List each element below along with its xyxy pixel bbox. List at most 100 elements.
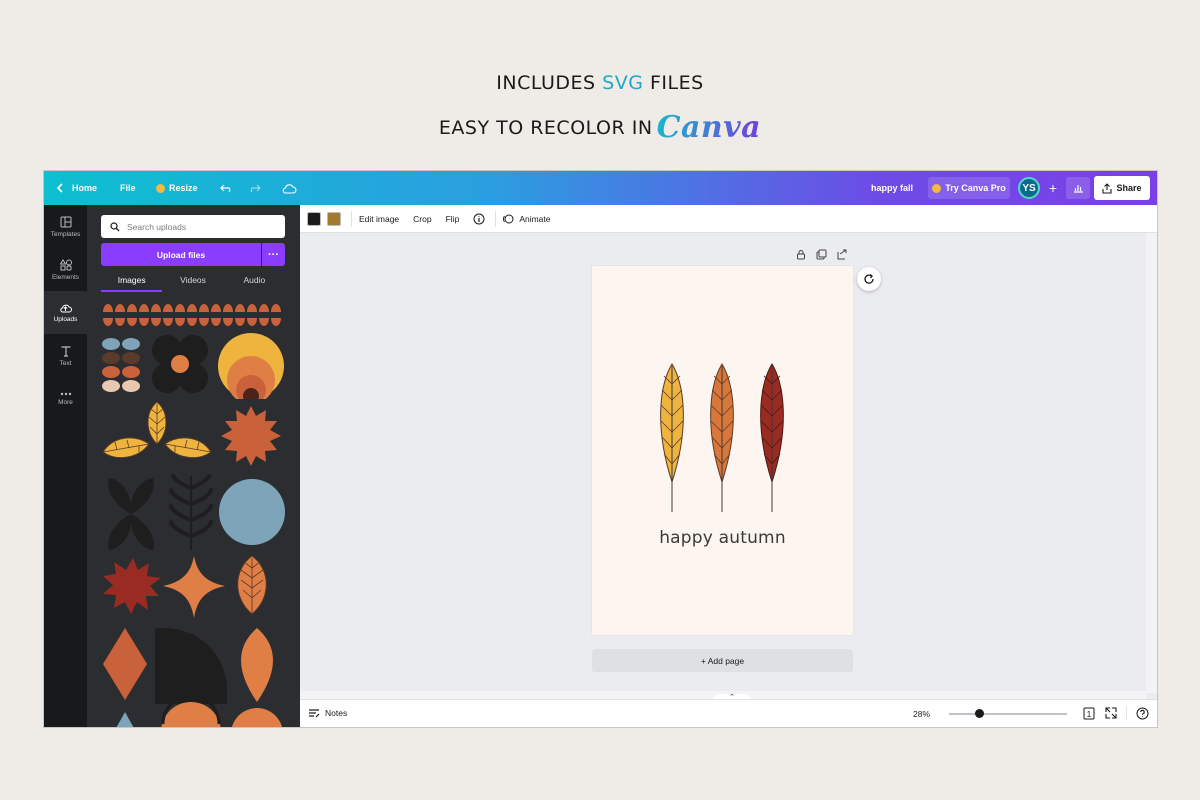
- notes-label: Notes: [325, 708, 348, 718]
- upload-thumb-scallop-border[interactable]: [101, 300, 285, 332]
- uploads-grid: [101, 300, 287, 727]
- animate-button[interactable]: Animate: [519, 214, 550, 224]
- info-icon[interactable]: [473, 213, 485, 225]
- rotate-button[interactable]: [857, 267, 881, 291]
- more-icon: [60, 392, 71, 395]
- rail-label: Templates: [50, 230, 81, 238]
- toolbar-divider: [495, 210, 497, 227]
- cloud-save-button[interactable]: [282, 171, 297, 205]
- help-icon[interactable]: [1136, 707, 1149, 720]
- canvas-headline[interactable]: happy autumn: [592, 528, 853, 548]
- upload-thumb-sunburst[interactable]: [221, 406, 281, 466]
- crown-icon: [932, 183, 942, 193]
- share-button[interactable]: Share: [1094, 176, 1150, 200]
- upload-thumb-blue-drop[interactable]: [115, 712, 135, 727]
- flip-button[interactable]: Flip: [446, 214, 460, 224]
- top-bar: Home File Resize happy fall Try Canva Pr…: [44, 171, 1157, 205]
- rail-item-uploads[interactable]: Uploads: [44, 291, 87, 334]
- leaf-orange: [710, 363, 734, 512]
- promo-text: INCLUDES: [496, 72, 603, 94]
- canva-logo: Canva: [656, 110, 762, 145]
- upload-thumb-leaf-trio[interactable]: [102, 401, 212, 459]
- uploads-icon: [60, 304, 72, 313]
- page-count-icon[interactable]: 1: [1082, 706, 1096, 720]
- upload-thumb-petal-stack[interactable]: [102, 338, 140, 392]
- insights-button[interactable]: [1066, 177, 1090, 199]
- color-swatch-dark[interactable]: [307, 211, 321, 226]
- rail-item-templates[interactable]: Templates: [44, 205, 87, 248]
- upload-thumb-orange-arch[interactable]: [231, 708, 283, 727]
- redo-button[interactable]: [248, 171, 261, 205]
- upload-thumb-rust-star[interactable]: [103, 558, 161, 614]
- rail-item-elements[interactable]: Elements: [44, 248, 87, 291]
- crop-button[interactable]: Crop: [413, 214, 431, 224]
- search-uploads-input[interactable]: Search uploads: [101, 215, 285, 238]
- invite-plus-button[interactable]: +: [1043, 177, 1063, 199]
- upload-thumb-veined-leaf[interactable]: [237, 555, 267, 615]
- rail-item-more[interactable]: More: [44, 377, 87, 420]
- templates-icon: [60, 216, 71, 227]
- tab-images[interactable]: Images: [101, 272, 163, 292]
- document-title[interactable]: happy fall: [871, 171, 913, 205]
- upload-thumb-dark-flower[interactable]: [152, 335, 208, 393]
- upload-thumb-orange-leaf[interactable]: [241, 628, 273, 702]
- tab-audio[interactable]: Audio: [224, 272, 285, 292]
- avatar[interactable]: YS: [1018, 177, 1040, 199]
- bar-chart-icon: [1073, 185, 1083, 193]
- document-title-text: happy fall: [871, 183, 914, 193]
- duplicate-icon[interactable]: [816, 249, 827, 260]
- animate-icon: [503, 214, 514, 223]
- add-page-icon[interactable]: [837, 249, 848, 260]
- undo-button[interactable]: [220, 171, 233, 205]
- bottom-bar: Notes 28% 1: [300, 699, 1157, 727]
- zoom-slider-track[interactable]: [949, 713, 1067, 715]
- fullscreen-icon[interactable]: [1105, 707, 1117, 719]
- elements-icon: [59, 258, 72, 270]
- design-canvas[interactable]: happy autumn: [592, 266, 853, 635]
- view-controls: 1: [1082, 706, 1149, 720]
- promo-highlight: SVG: [602, 72, 644, 94]
- resize-label: Resize: [169, 183, 198, 193]
- file-menu[interactable]: File: [120, 171, 136, 205]
- upload-thumb-orange-sparkle[interactable]: [163, 556, 225, 618]
- notes-button[interactable]: Notes: [308, 708, 347, 718]
- upload-thumb-blue-circle[interactable]: [219, 479, 285, 545]
- upload-files-button[interactable]: Upload files: [101, 243, 261, 266]
- media-tabs: Images Videos Audio: [101, 272, 285, 292]
- tab-videos[interactable]: Videos: [162, 272, 223, 292]
- edit-image-button[interactable]: Edit image: [359, 214, 399, 224]
- cloud-icon: [282, 183, 297, 194]
- upload-thumb-dark-sprig[interactable]: [169, 474, 213, 550]
- promo-text: EASY TO RECOLOR IN: [438, 117, 653, 139]
- zoom-slider-handle[interactable]: [975, 709, 984, 718]
- vertical-scrollbar[interactable]: [1146, 233, 1157, 693]
- more-icon: ···: [268, 248, 279, 261]
- upload-thumb-diamond[interactable]: [103, 628, 147, 700]
- autumn-leaves-illustration[interactable]: [592, 266, 853, 526]
- uploads-panel: Search uploads Upload files ··· Images V…: [87, 205, 300, 727]
- refresh-icon: [864, 273, 874, 284]
- upload-options-button[interactable]: ···: [262, 243, 285, 266]
- zoom-value[interactable]: 28%: [913, 709, 930, 719]
- upload-thumb-quarter-circle[interactable]: [155, 628, 227, 704]
- upload-thumb-dark-leaves[interactable]: [108, 478, 154, 550]
- try-canva-pro-button[interactable]: Try Canva Pro: [928, 177, 1010, 199]
- upload-thumb-sun-circles[interactable]: [217, 333, 287, 405]
- share-icon: [1102, 182, 1113, 194]
- page-actions: [796, 249, 848, 260]
- rail-label: Elements: [51, 273, 80, 281]
- undo-icon: [220, 184, 231, 193]
- search-icon: [110, 221, 120, 231]
- rail-item-text[interactable]: Text: [44, 334, 87, 377]
- search-placeholder: Search uploads: [127, 221, 187, 232]
- lock-icon[interactable]: [796, 249, 806, 260]
- canva-app-window: Home File Resize happy fall Try Canva Pr…: [44, 171, 1157, 727]
- add-page-button[interactable]: + Add page: [592, 649, 853, 672]
- resize-button[interactable]: Resize: [156, 171, 198, 205]
- chevron-left-icon: [56, 183, 63, 193]
- bottom-divider: [1126, 706, 1127, 720]
- color-swatch-gold[interactable]: [327, 211, 341, 226]
- home-button[interactable]: Home: [56, 171, 97, 205]
- page-count: 1: [1087, 710, 1092, 719]
- try-pro-label: Try Canva Pro: [945, 183, 1006, 193]
